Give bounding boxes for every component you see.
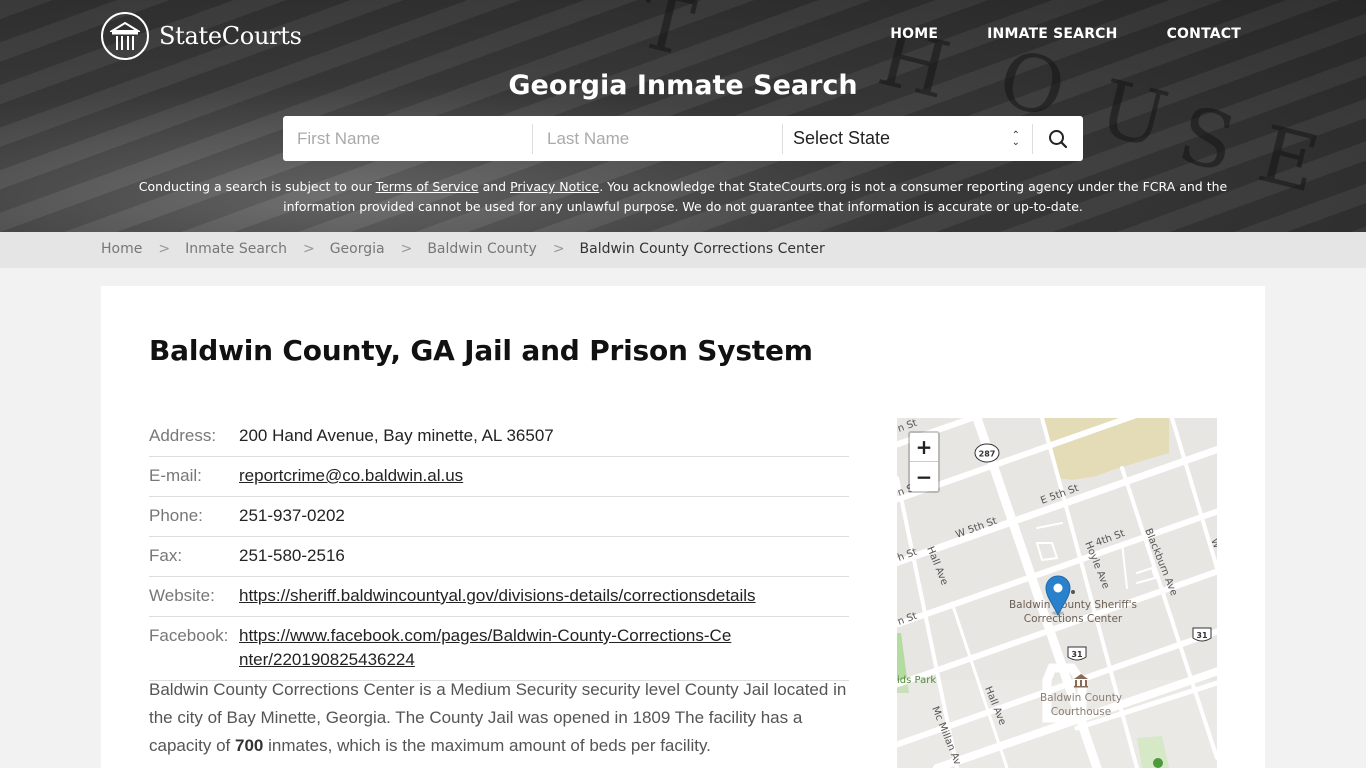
breadcrumb-home[interactable]: Home bbox=[101, 241, 142, 257]
map-tiles: n St n St h St n St E 5th St W 5th St 4t… bbox=[897, 418, 1217, 768]
location-map[interactable]: n St n St h St n St E 5th St W 5th St 4t… bbox=[897, 418, 1217, 768]
site-logo[interactable]: StateCourts bbox=[101, 12, 302, 60]
disclaimer-text: and bbox=[478, 179, 511, 194]
breadcrumb-inmate-search[interactable]: Inmate Search bbox=[185, 241, 287, 257]
search-form: Select State ⌃⌄ bbox=[283, 116, 1083, 161]
first-name-input[interactable] bbox=[283, 123, 533, 154]
address-value: 200 Hand Avenue, Bay minette, AL 36507 bbox=[239, 426, 554, 445]
svg-text:31: 31 bbox=[1196, 631, 1208, 640]
facility-description: Baldwin County Corrections Center is a M… bbox=[149, 676, 854, 760]
info-row-fax: Fax: 251-580-2516 bbox=[149, 537, 849, 577]
page-title: Baldwin County, GA Jail and Prison Syste… bbox=[149, 334, 813, 367]
chevron-right-icon: > bbox=[400, 241, 413, 257]
privacy-notice-link[interactable]: Privacy Notice bbox=[510, 179, 599, 194]
map-label-park: ids Park bbox=[897, 675, 936, 686]
hero-title: Georgia Inmate Search bbox=[508, 70, 858, 101]
map-label-poi-jail: Corrections Center bbox=[1024, 613, 1123, 625]
search-icon bbox=[1049, 129, 1068, 148]
breadcrumb-baldwin-county[interactable]: Baldwin County bbox=[427, 241, 536, 257]
route-31-shield: 31 bbox=[1192, 627, 1212, 642]
breadcrumb-bar: Home > Inmate Search > Georgia > Baldwin… bbox=[0, 232, 1366, 268]
map-zoom-in-button[interactable]: + bbox=[910, 433, 938, 462]
facebook-link[interactable]: https://www.facebook.com/pages/Baldwin-C… bbox=[239, 626, 731, 669]
capacity-value: 700 bbox=[235, 736, 264, 755]
email-link[interactable]: reportcrime@co.baldwin.al.us bbox=[239, 466, 463, 485]
route-287-shield: 287 bbox=[974, 443, 1000, 463]
terms-of-service-link[interactable]: Terms of Service bbox=[376, 179, 479, 194]
fax-value: 251-580-2516 bbox=[239, 546, 345, 565]
route-31-shield: 31 bbox=[1067, 646, 1087, 661]
bg-letter: T bbox=[629, 0, 703, 75]
disclaimer-text: Conducting a search is subject to our bbox=[138, 179, 376, 194]
chevron-right-icon: > bbox=[302, 241, 315, 257]
info-row-address: Address: 200 Hand Avenue, Bay minette, A… bbox=[149, 417, 849, 457]
nav-contact[interactable]: CONTACT bbox=[1167, 26, 1241, 42]
search-disclaimer: Conducting a search is subject to our Te… bbox=[120, 177, 1246, 217]
bg-letter: S bbox=[1169, 89, 1244, 191]
poi-dot bbox=[1071, 590, 1075, 594]
info-label: Phone: bbox=[149, 506, 203, 525]
svg-text:31: 31 bbox=[1071, 650, 1083, 659]
chevron-right-icon: > bbox=[158, 241, 171, 257]
map-label-poi-courthouse: Baldwin County bbox=[1040, 692, 1122, 704]
info-label: Facebook: bbox=[149, 626, 229, 645]
breadcrumb: Home > Inmate Search > Georgia > Baldwin… bbox=[101, 241, 825, 257]
main-nav: HOME INMATE SEARCH CONTACT bbox=[890, 26, 1241, 42]
info-label: E-mail: bbox=[149, 466, 202, 485]
svg-text:287: 287 bbox=[979, 450, 996, 459]
park-tree-icon bbox=[1153, 758, 1163, 768]
select-arrows-icon: ⌃ ⌄ bbox=[1011, 129, 1020, 148]
facility-info-table: Address: 200 Hand Avenue, Bay minette, A… bbox=[149, 417, 849, 681]
nav-inmate-search[interactable]: INMATE SEARCH bbox=[987, 26, 1117, 42]
website-link[interactable]: https://sheriff.baldwincountyal.gov/divi… bbox=[239, 586, 756, 605]
map-label-poi-courthouse: Courthouse bbox=[1051, 706, 1112, 718]
description-text: inmates, which is the maximum amount of … bbox=[263, 736, 711, 755]
breadcrumb-current: Baldwin County Corrections Center bbox=[579, 241, 825, 257]
phone-value: 251-937-0202 bbox=[239, 506, 345, 525]
info-label: Address: bbox=[149, 426, 217, 445]
search-button[interactable] bbox=[1033, 116, 1083, 161]
info-label: Fax: bbox=[149, 546, 183, 565]
state-select-value: Select State bbox=[793, 128, 891, 148]
state-select[interactable]: Select State ⌃ ⌄ bbox=[783, 123, 1033, 154]
last-name-input[interactable] bbox=[533, 123, 783, 154]
chevron-right-icon: > bbox=[552, 241, 565, 257]
map-label-poi-jail: Baldwin County Sheriff's bbox=[1009, 599, 1137, 611]
bg-letter: E bbox=[1249, 109, 1327, 211]
courthouse-logo-icon bbox=[101, 12, 149, 60]
info-row-facebook: Facebook: https://www.facebook.com/pages… bbox=[149, 617, 849, 681]
map-zoom-out-button[interactable]: − bbox=[910, 462, 938, 491]
info-row-phone: Phone: 251-937-0202 bbox=[149, 497, 849, 537]
breadcrumb-georgia[interactable]: Georgia bbox=[330, 241, 385, 257]
map-zoom-control: + − bbox=[908, 431, 940, 493]
info-row-website: Website: https://sheriff.baldwincountyal… bbox=[149, 577, 849, 617]
content-card: Baldwin County, GA Jail and Prison Syste… bbox=[101, 286, 1265, 768]
nav-home[interactable]: HOME bbox=[890, 26, 938, 42]
hero-banner: T H O U S E StateCourts HOME INMATE SEAR… bbox=[0, 0, 1366, 232]
logo-text: StateCourts bbox=[159, 22, 302, 50]
info-row-email: E-mail: reportcrime@co.baldwin.al.us bbox=[149, 457, 849, 497]
info-label: Website: bbox=[149, 586, 215, 605]
